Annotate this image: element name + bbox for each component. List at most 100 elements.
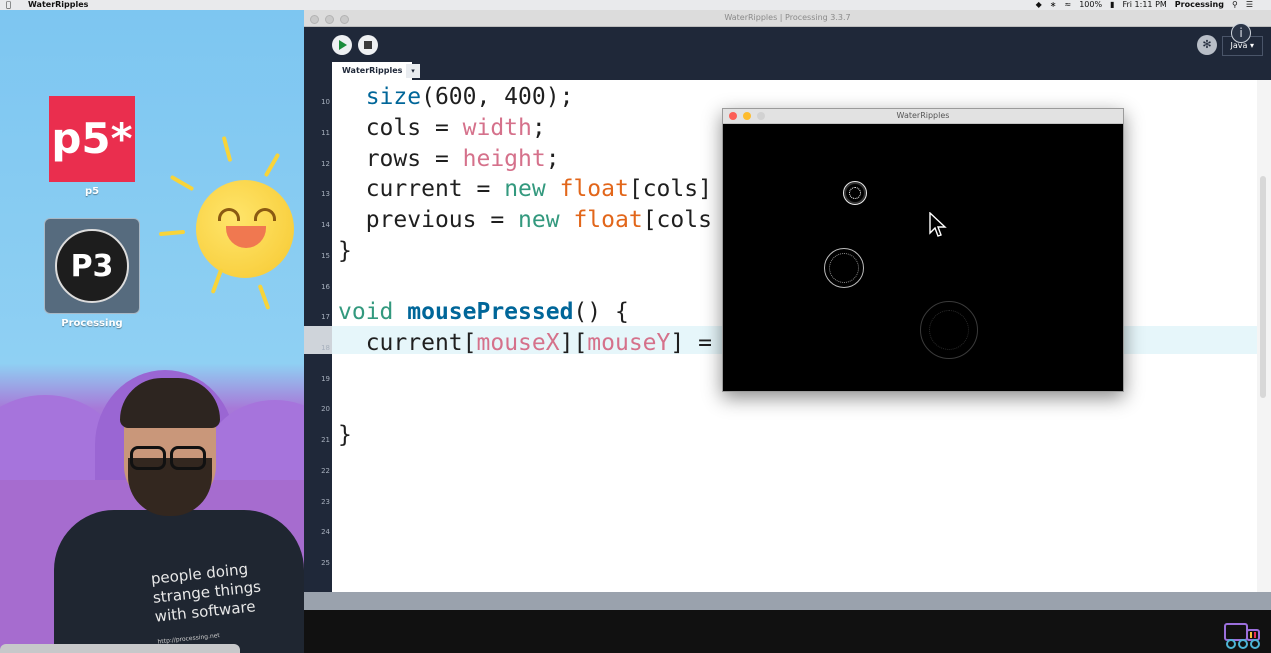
- code-token: current: [365, 330, 463, 356]
- ide-console[interactable]: [304, 610, 1271, 653]
- tab-menu-button[interactable]: ▾: [406, 64, 420, 78]
- code-token: ;: [531, 115, 546, 141]
- code-token: mousePressed: [407, 299, 574, 325]
- desktop-background: p5* p5 P3 Processing people doing strang…: [0, 10, 304, 653]
- battery-percent[interactable]: 100%: [1079, 0, 1102, 10]
- sketch-canvas[interactable]: [723, 124, 1123, 391]
- line-number: 25: [321, 559, 330, 567]
- bluetooth-icon[interactable]: ∗: [1050, 0, 1057, 10]
- line-number: 15: [321, 252, 330, 260]
- code-line-15[interactable]: }: [338, 238, 352, 264]
- ide-status-bar: [304, 592, 1271, 610]
- search-icon[interactable]: ⚲: [1232, 0, 1238, 10]
- ide-window-title: WaterRipples | Processing 3.3.7: [724, 13, 851, 22]
- code-line-10[interactable]: size(600, 400);: [338, 84, 574, 110]
- line-number: 11: [321, 129, 330, 137]
- code-token: new: [518, 207, 560, 233]
- code-token: [cols]: [628, 176, 712, 202]
- code-token: ][: [559, 330, 588, 356]
- code-token: =: [684, 330, 726, 356]
- water-ripple: [929, 310, 969, 350]
- code-token: () {: [573, 299, 629, 325]
- desktop-icon-p5[interactable]: p5* p5: [42, 96, 142, 197]
- sketch-window-title: WaterRipples: [896, 111, 950, 120]
- code-token: [: [462, 330, 477, 356]
- desktop-icon-label: Processing: [61, 318, 123, 329]
- menubar-active-app[interactable]: Processing: [1175, 0, 1224, 10]
- line-number: 14: [321, 221, 330, 229]
- dropbox-icon[interactable]: ◆: [1036, 0, 1042, 10]
- sun-ray: [257, 284, 271, 310]
- code-token: ]: [670, 330, 685, 356]
- laptop: [0, 644, 240, 653]
- code-line-11[interactable]: cols = width;: [338, 115, 546, 141]
- menubar-app-name[interactable]: WaterRipples: [28, 0, 88, 10]
- code-token: float: [559, 176, 629, 202]
- debug-icon[interactable]: ✻: [1197, 35, 1217, 55]
- code-token: cols: [365, 115, 422, 141]
- code-token: height: [462, 146, 546, 172]
- code-token: new: [504, 176, 546, 202]
- menubar-clock[interactable]: Fri 1:11 PM: [1122, 0, 1166, 10]
- tab-bar: WaterRipples ▾: [304, 62, 1271, 80]
- code-token: =: [421, 115, 463, 141]
- tab-waterripples[interactable]: WaterRipples: [332, 62, 413, 80]
- processing-logo-icon: P3: [55, 229, 129, 303]
- info-icon[interactable]: i: [1231, 23, 1251, 43]
- menu-list-icon[interactable]: ☰: [1246, 0, 1253, 10]
- coding-train-logo-icon: [1224, 623, 1260, 649]
- menu-bar:  WaterRipples ◆ ∗ ≈ 100% ▮ Fri 1:11 PM …: [0, 0, 1271, 10]
- line-number: 23: [321, 498, 330, 506]
- code-line-12[interactable]: rows = height;: [338, 146, 560, 172]
- sun-eye: [218, 208, 240, 221]
- p5-logo-icon: p5*: [49, 96, 135, 182]
- code-line-21[interactable]: }: [338, 422, 352, 448]
- line-number: 13: [321, 190, 330, 198]
- processing-app-icon: P3: [44, 218, 140, 314]
- desktop-icon-label: p5: [84, 186, 100, 197]
- line-number: 22: [321, 467, 330, 475]
- sun-mouth: [226, 226, 266, 248]
- line-number-gutter: 10 11 12 13 14 15 16 17 18 19 20 21 22 2…: [304, 80, 332, 592]
- apple-icon[interactable]: : [6, 0, 11, 10]
- battery-icon: ▮: [1110, 0, 1115, 9]
- scrollbar-thumb[interactable]: [1260, 176, 1266, 398]
- sun-illustration: [196, 180, 294, 278]
- sun-ray: [263, 152, 281, 178]
- line-number: 16: [321, 283, 330, 291]
- code-token: (600, 400);: [421, 84, 574, 110]
- code-token: previous: [365, 207, 477, 233]
- mouse-cursor-icon: [929, 212, 947, 237]
- code-line-18[interactable]: current[mouseX][mouseY] =: [338, 330, 726, 356]
- line-number: 18: [321, 344, 330, 352]
- run-button[interactable]: [332, 35, 352, 55]
- presenter-glasses: [130, 446, 206, 470]
- water-ripple: [829, 253, 859, 283]
- ide-title-bar[interactable]: WaterRipples | Processing 3.3.7: [304, 10, 1271, 27]
- desktop-icon-processing[interactable]: P3 Processing: [42, 218, 142, 329]
- code-token: =: [462, 176, 505, 202]
- code-token: void: [338, 299, 394, 325]
- code-line-14[interactable]: previous = new float[cols: [338, 207, 712, 233]
- stop-button[interactable]: [358, 35, 378, 55]
- ide-toolbar: ✻ Java ▾ i: [304, 23, 1271, 65]
- sketch-title-bar[interactable]: WaterRipples: [723, 109, 1123, 124]
- editor-scrollbar[interactable]: [1257, 80, 1271, 592]
- code-token: mouseY: [587, 330, 671, 356]
- sun-eye: [254, 208, 276, 221]
- code-token: =: [421, 146, 463, 172]
- code-line-17[interactable]: void mousePressed() {: [338, 299, 629, 325]
- menubar-status-area: ◆ ∗ ≈ 100% ▮ Fri 1:11 PM Processing ⚲ ☰: [1036, 0, 1253, 10]
- line-number: 21: [321, 436, 330, 444]
- line-number: 19: [321, 375, 330, 383]
- stop-icon: [364, 41, 372, 49]
- shirt-print: people doing strange things with softwar…: [150, 559, 266, 652]
- line-number: 20: [321, 405, 330, 413]
- code-token: current: [365, 176, 463, 202]
- water-ripple: [849, 187, 861, 199]
- wifi-icon[interactable]: ≈: [1065, 0, 1072, 10]
- play-icon: [339, 40, 347, 50]
- sun-ray: [210, 268, 224, 294]
- line-number: 24: [321, 528, 330, 536]
- code-line-13[interactable]: current = new float[cols]: [338, 176, 712, 202]
